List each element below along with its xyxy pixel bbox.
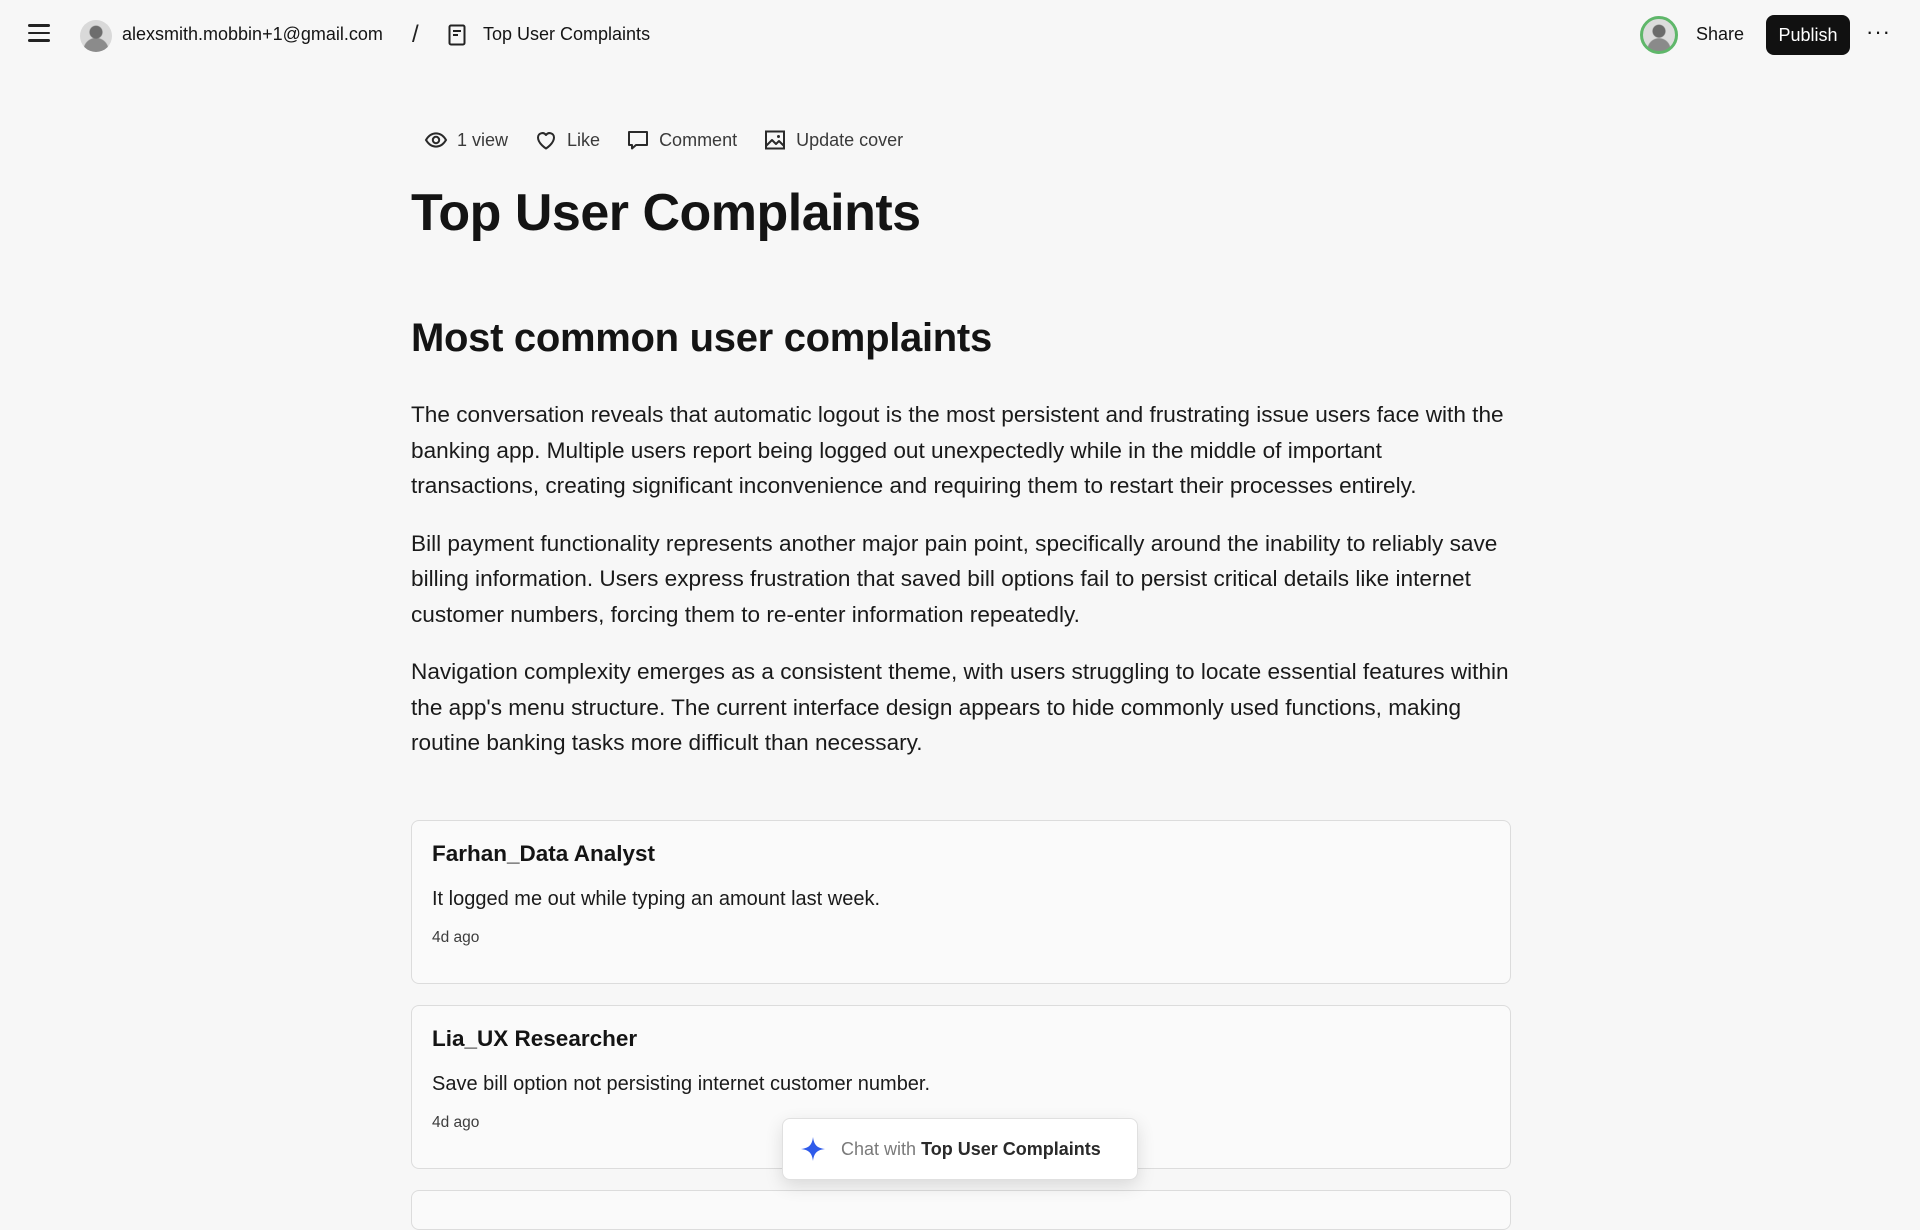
like-label: Like <box>567 129 601 150</box>
share-button[interactable]: Share <box>1696 24 1744 45</box>
account-email[interactable]: alexsmith.mobbin+1@gmail.com <box>122 24 383 45</box>
collaborator-avatar[interactable] <box>1640 16 1678 54</box>
paragraph[interactable]: Bill payment functionality represents an… <box>411 526 1511 633</box>
account-avatar[interactable] <box>80 20 112 52</box>
comment-timestamp: 4d ago <box>432 929 480 946</box>
top-bar: alexsmith.mobbin+1@gmail.com / Top User … <box>0 0 1920 70</box>
paragraph[interactable]: Navigation complexity emerges as a consi… <box>411 654 1511 761</box>
comment-author: Lia_UX Researcher <box>432 1026 638 1051</box>
comment-button[interactable]: Comment <box>626 128 737 152</box>
update-cover-button[interactable]: Update cover <box>763 128 903 152</box>
comment-text: It logged me out while typing an amount … <box>432 888 881 910</box>
comment-card-partial[interactable] <box>411 1190 1511 1230</box>
comment-label: Comment <box>659 129 738 150</box>
comment-card[interactable]: Farhan_Data Analyst It logged me out whi… <box>411 820 1511 984</box>
comment-icon <box>628 131 649 150</box>
sparkle-icon <box>801 1137 825 1161</box>
views-indicator: 1 view <box>424 128 508 152</box>
chat-label: Chat with Top User Complaints <box>841 1138 1101 1159</box>
page-title[interactable]: Top User Complaints <box>411 180 1511 246</box>
publish-button[interactable]: Publish <box>1766 15 1850 55</box>
breadcrumb-doc-title[interactable]: Top User Complaints <box>483 24 650 45</box>
heart-icon <box>537 132 556 150</box>
doc-meta-bar: 1 view Like Comment Update cover <box>424 128 903 152</box>
views-label: 1 view <box>457 129 509 150</box>
document-icon <box>448 24 466 46</box>
breadcrumb-separator: / <box>412 21 419 48</box>
paragraph[interactable]: The conversation reveals that automatic … <box>411 397 1511 504</box>
image-icon <box>765 130 786 150</box>
chat-with-doc-button[interactable]: Chat with Top User Complaints <box>782 1118 1138 1180</box>
comment-author: Farhan_Data Analyst <box>432 841 655 866</box>
section-heading[interactable]: Most common user complaints <box>411 312 1511 364</box>
update-cover-label: Update cover <box>796 129 904 150</box>
like-button[interactable]: Like <box>534 128 600 152</box>
comment-text: Save bill option not persisting internet… <box>432 1073 931 1095</box>
document-body: Top User Complaints Most common user com… <box>411 180 1511 761</box>
eye-icon <box>424 132 448 148</box>
more-options-icon[interactable]: ··· <box>1866 19 1891 45</box>
hamburger-menu-icon[interactable] <box>28 24 54 46</box>
